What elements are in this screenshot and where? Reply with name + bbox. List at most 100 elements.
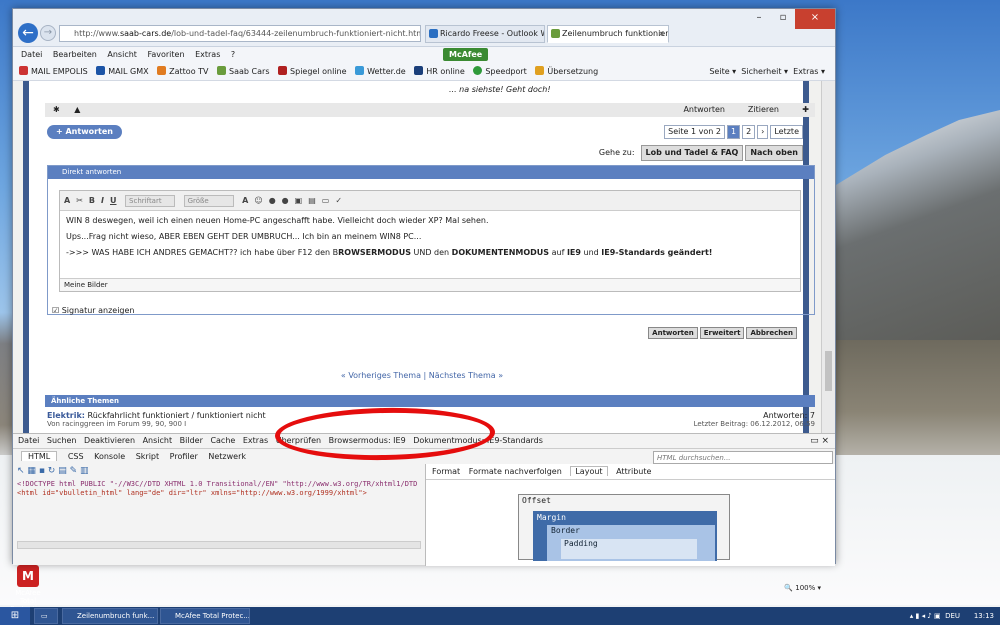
tool-extras[interactable]: Extras (793, 67, 818, 76)
close-window-button[interactable]: × (795, 9, 835, 29)
explorer-icon[interactable]: ▭ (34, 608, 58, 624)
text-color-icon[interactable]: A (242, 191, 248, 211)
tab-network[interactable]: Netzwerk (208, 452, 246, 461)
desktop-icon-mcafee[interactable]: M McAfee Total Protection (8, 565, 48, 613)
reply-editor[interactable]: A ✂ B I U Schriftart Größe A ☺ ● ● ▣ ▤ ▭ ✓ WIN 8 de… (59, 190, 801, 292)
edit-icon[interactable]: ✎ (70, 466, 78, 476)
refresh-icon[interactable]: ↻ (48, 466, 56, 476)
dev-menu-item[interactable]: Extras (243, 436, 268, 445)
multiquote-icon[interactable]: ✚ (802, 103, 809, 117)
fav-saab[interactable]: Saab Cars (217, 63, 270, 81)
tab-attributes[interactable]: Attribute (616, 467, 651, 476)
font-color-icon[interactable]: A (64, 191, 70, 211)
top-button[interactable]: Nach oben (745, 145, 803, 161)
quote-icon[interactable]: ▭ (322, 191, 330, 211)
link-icon[interactable]: ● (269, 191, 276, 211)
tab-profiler[interactable]: Profiler (170, 452, 198, 461)
dom-icon[interactable]: ▤ (58, 466, 67, 476)
page-of-label[interactable]: Seite 1 von 2 (664, 125, 725, 139)
smiley-icon[interactable]: ☺ (254, 191, 262, 211)
tab-html[interactable]: HTML (21, 451, 58, 461)
underline-button[interactable]: U (110, 191, 117, 211)
signature-checkbox[interactable]: ☑ Signatur anzeigen (52, 306, 135, 315)
menu-extras[interactable]: Extras (195, 50, 220, 59)
fav-speedport[interactable]: Speedport (473, 63, 527, 81)
image-icon[interactable]: ▣ (295, 191, 303, 211)
prev-thread-link[interactable]: « Vorheriges Thema (341, 371, 421, 380)
dev-menu-item[interactable]: Suchen (47, 436, 77, 445)
address-bar[interactable]: http://www.saab-cars.de/lob-und-tadel-fa… (59, 25, 421, 42)
save-icon[interactable]: ▪ (39, 466, 45, 476)
tool-sicherheit[interactable]: Sicherheit (741, 67, 781, 76)
warning-icon[interactable]: ▲ (74, 105, 80, 114)
editor-content[interactable]: WIN 8 deswegen, weil ich einen neuen Hom… (60, 211, 800, 263)
page-scrollbar[interactable] (821, 81, 835, 433)
reply-button[interactable]: + Antworten (47, 125, 122, 139)
tab-zeilenumbruch[interactable]: Zeilenumbruch funktioniert... × (547, 25, 669, 43)
html-element-line[interactable]: <html id="vbulletin_html" lang="de" dir=… (17, 489, 423, 498)
mcafee-button[interactable]: McAfee (443, 48, 489, 61)
tab-css[interactable]: CSS (68, 452, 84, 461)
goto-forum-button[interactable]: Lob und Tadel & FAQ (640, 145, 744, 161)
devtools-close-icon[interactable]: ▭ × (810, 434, 829, 448)
tray-icons[interactable]: ▴ ▮ ◂ ♪ ▣ (910, 612, 945, 620)
menu-ansicht[interactable]: Ansicht (107, 50, 137, 59)
fav-wetter[interactable]: Wetter.de (355, 63, 406, 81)
asterisk-icon[interactable]: ✱ (53, 105, 60, 114)
remove-format-icon[interactable]: ✂ (76, 191, 83, 211)
menu-favoriten[interactable]: Favoriten (147, 50, 184, 59)
my-images-tab[interactable]: Meine Bilder (60, 278, 800, 291)
language-indicator[interactable]: DEU (945, 612, 960, 620)
start-button[interactable]: ⊞ (0, 607, 30, 625)
reply-link[interactable]: Antworten (683, 103, 725, 117)
next-thread-link[interactable]: Nächstes Thema » (429, 371, 503, 380)
maximize-button[interactable]: ▫ (771, 9, 795, 29)
page-1[interactable]: 1 (726, 125, 741, 139)
page-2[interactable]: 2 (742, 125, 756, 139)
video-icon[interactable]: ▤ (308, 191, 316, 211)
dev-menu-item[interactable]: Ansicht (143, 436, 173, 445)
font-select[interactable]: Schriftart (125, 194, 176, 207)
last-page[interactable]: Letzte (770, 125, 803, 139)
submit-reply-button[interactable]: Antworten (648, 327, 698, 339)
clear-icon[interactable]: ▦ (27, 466, 36, 476)
tab-layout[interactable]: Layout (570, 466, 608, 476)
taskbar-mcafee[interactable]: McAfee Total Protec... (160, 608, 250, 624)
menu-help[interactable]: ? (231, 50, 235, 59)
size-select[interactable]: Größe (183, 194, 234, 207)
fav-uebersetzung[interactable]: Übersetzung (535, 63, 598, 81)
fav-spiegel[interactable]: Spiegel online (278, 63, 347, 81)
tab-outlook[interactable]: Ricardo Freese - Outlook Web ... (425, 25, 545, 43)
tab-console[interactable]: Konsole (94, 452, 125, 461)
fav-hr[interactable]: HR online (414, 63, 465, 81)
fav-zattoo[interactable]: Zattoo TV (157, 63, 209, 81)
fav-mail-empolis[interactable]: MAIL EMPOLIS (19, 63, 88, 81)
html-hscrollbar[interactable] (17, 541, 421, 549)
advanced-button[interactable]: Erweitert (699, 327, 745, 339)
fav-mail-gmx[interactable]: MAIL GMX (96, 63, 149, 81)
doctype-line[interactable]: <!DOCTYPE html PUBLIC "-//W3C//DTD XHTML… (17, 480, 423, 489)
menu-datei[interactable]: Datei (21, 50, 42, 59)
tool-seite[interactable]: Seite (709, 67, 729, 76)
cancel-button[interactable]: Abbrechen (746, 327, 797, 339)
scroll-thumb[interactable] (825, 351, 832, 391)
html-tree[interactable]: <!DOCTYPE html PUBLIC "-//W3C//DTD XHTML… (17, 480, 423, 498)
taskbar-ie[interactable]: Zeilenumbruch funk... (62, 608, 158, 624)
menu-bearbeiten[interactable]: Bearbeiten (53, 50, 97, 59)
spellcheck-icon[interactable]: ✓ (335, 191, 342, 211)
tab-format[interactable]: Format (432, 467, 460, 476)
bold-button[interactable]: B (89, 191, 95, 211)
dev-menu-item[interactable]: Cache (210, 436, 235, 445)
close-tab-icon[interactable]: × (658, 26, 665, 42)
tab-script[interactable]: Skript (136, 452, 159, 461)
clock[interactable]: 13:13 (974, 607, 994, 625)
unlink-icon[interactable]: ● (282, 191, 289, 211)
select-element-icon[interactable]: ↖ (17, 466, 25, 476)
zoom-level[interactable]: 🔍 100% ▾ (784, 584, 821, 592)
next-page[interactable]: › (757, 125, 769, 139)
italic-button[interactable]: I (101, 191, 104, 211)
thread-title[interactable]: Rückfahrlicht funktioniert / funktionier… (88, 411, 266, 420)
dev-menu-item[interactable]: Datei (18, 436, 39, 445)
word-wrap-icon[interactable]: ▥ (80, 466, 89, 476)
minimize-button[interactable]: – (747, 9, 771, 29)
